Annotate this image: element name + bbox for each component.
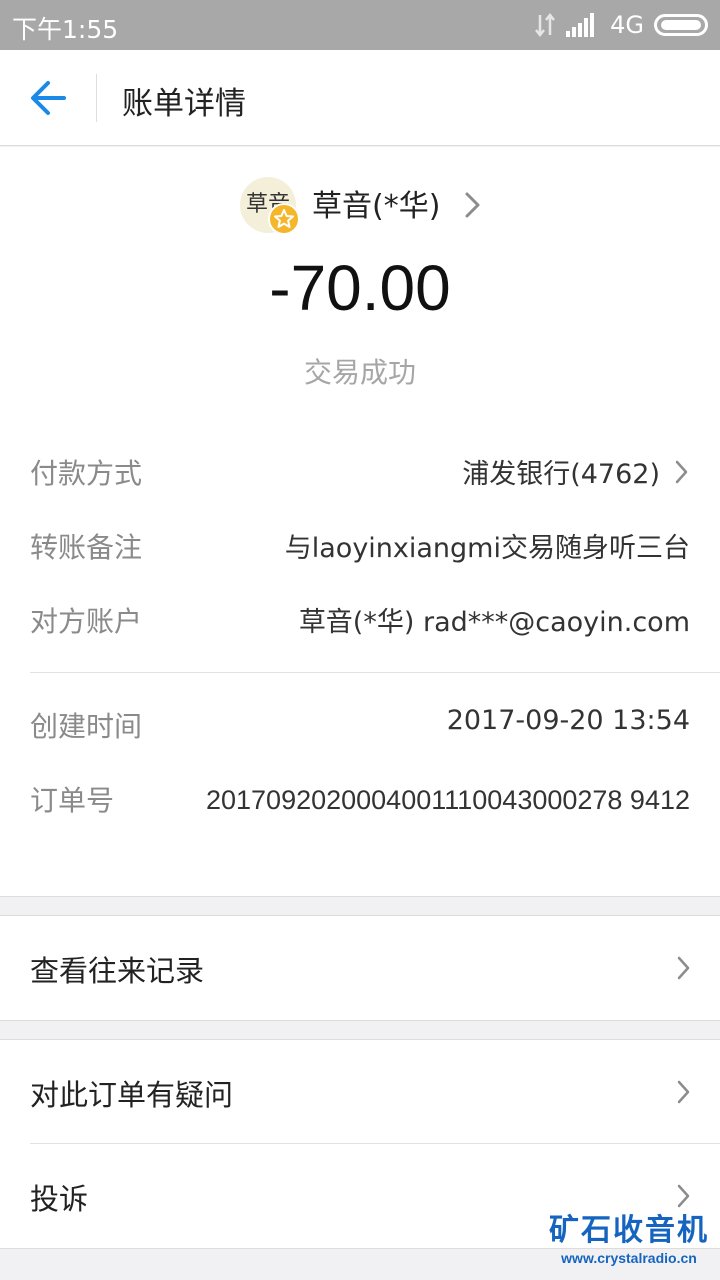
- detail-label: 对方账户: [30, 605, 143, 638]
- detail-row-payment-method[interactable]: 付款方式 浦发银行(4762): [30, 452, 690, 492]
- action-label: 查看往来记录: [30, 954, 205, 988]
- section-divider: [30, 672, 720, 673]
- watermark-brand: 矿石收音机: [549, 1213, 709, 1248]
- action-label: 投诉: [30, 1182, 89, 1216]
- detail-value: 与laoyinxiangmi交易随身听三台: [284, 533, 690, 564]
- detail-label: 付款方式: [30, 457, 143, 490]
- bill-detail-card: 草音 草音(*华) -70.00 交易成功 付款方式 浦发银行(4762) 转账…: [0, 147, 720, 897]
- status-time: 下午1:55: [12, 15, 119, 44]
- transaction-status: 交易成功: [303, 356, 416, 389]
- order-number-value: 2017092020004001110043000278 9412: [205, 785, 690, 815]
- chevron-right-icon: [677, 956, 690, 980]
- status-icons: 4G: [534, 10, 708, 40]
- order-question-item[interactable]: 对此订单有疑问: [0, 1040, 720, 1144]
- detail-value: 浦发银行(4762): [462, 459, 660, 490]
- star-badge-icon: [268, 203, 300, 235]
- site-watermark: 矿石收音机 www.crystalradio.cn: [544, 1214, 714, 1274]
- data-transfer-icon: [535, 12, 556, 38]
- view-history-item[interactable]: 查看往来记录: [0, 916, 720, 1020]
- watermark-url: www.crystalradio.cn: [561, 1250, 697, 1266]
- merchant-header[interactable]: 草音 草音(*华): [0, 177, 720, 237]
- detail-row-order-number: 订单号 2017092020004001110043000278 9412: [30, 779, 690, 869]
- network-type: 4G: [610, 11, 644, 39]
- chevron-right-icon: [677, 1184, 690, 1208]
- back-button[interactable]: [22, 74, 74, 122]
- chevron-right-icon: [465, 192, 480, 218]
- status-bar: 下午1:55 4G: [0, 0, 720, 50]
- detail-row-counterparty: 对方账户 草音(*华) rad***@caoyin.com: [30, 600, 690, 640]
- merchant-name: 草音(*华): [312, 189, 441, 224]
- signal-icon: [566, 13, 595, 37]
- detail-label: 订单号: [30, 784, 115, 817]
- detail-row-transfer-note: 转账备注 与laoyinxiangmi交易随身听三台: [30, 526, 690, 566]
- title-divider: [96, 74, 97, 122]
- action-label: 对此订单有疑问: [30, 1078, 234, 1112]
- back-arrow-icon: [31, 81, 66, 115]
- detail-value: 草音(*华) rad***@caoyin.com: [298, 607, 690, 638]
- chevron-right-icon: [675, 460, 688, 484]
- detail-row-created-time: 创建时间 2017-09-20 13:54: [30, 705, 690, 745]
- detail-label: 创建时间: [30, 710, 143, 743]
- chevron-right-icon: [677, 1080, 690, 1104]
- detail-value: 2017-09-20 13:54: [446, 705, 690, 736]
- battery-icon: [654, 14, 708, 36]
- history-card: 查看往来记录: [0, 915, 720, 1021]
- transaction-amount: -70.00: [269, 252, 451, 324]
- page-title: 账单详情: [122, 86, 246, 122]
- title-bar: 账单详情: [0, 50, 720, 146]
- detail-label: 转账备注: [30, 531, 143, 564]
